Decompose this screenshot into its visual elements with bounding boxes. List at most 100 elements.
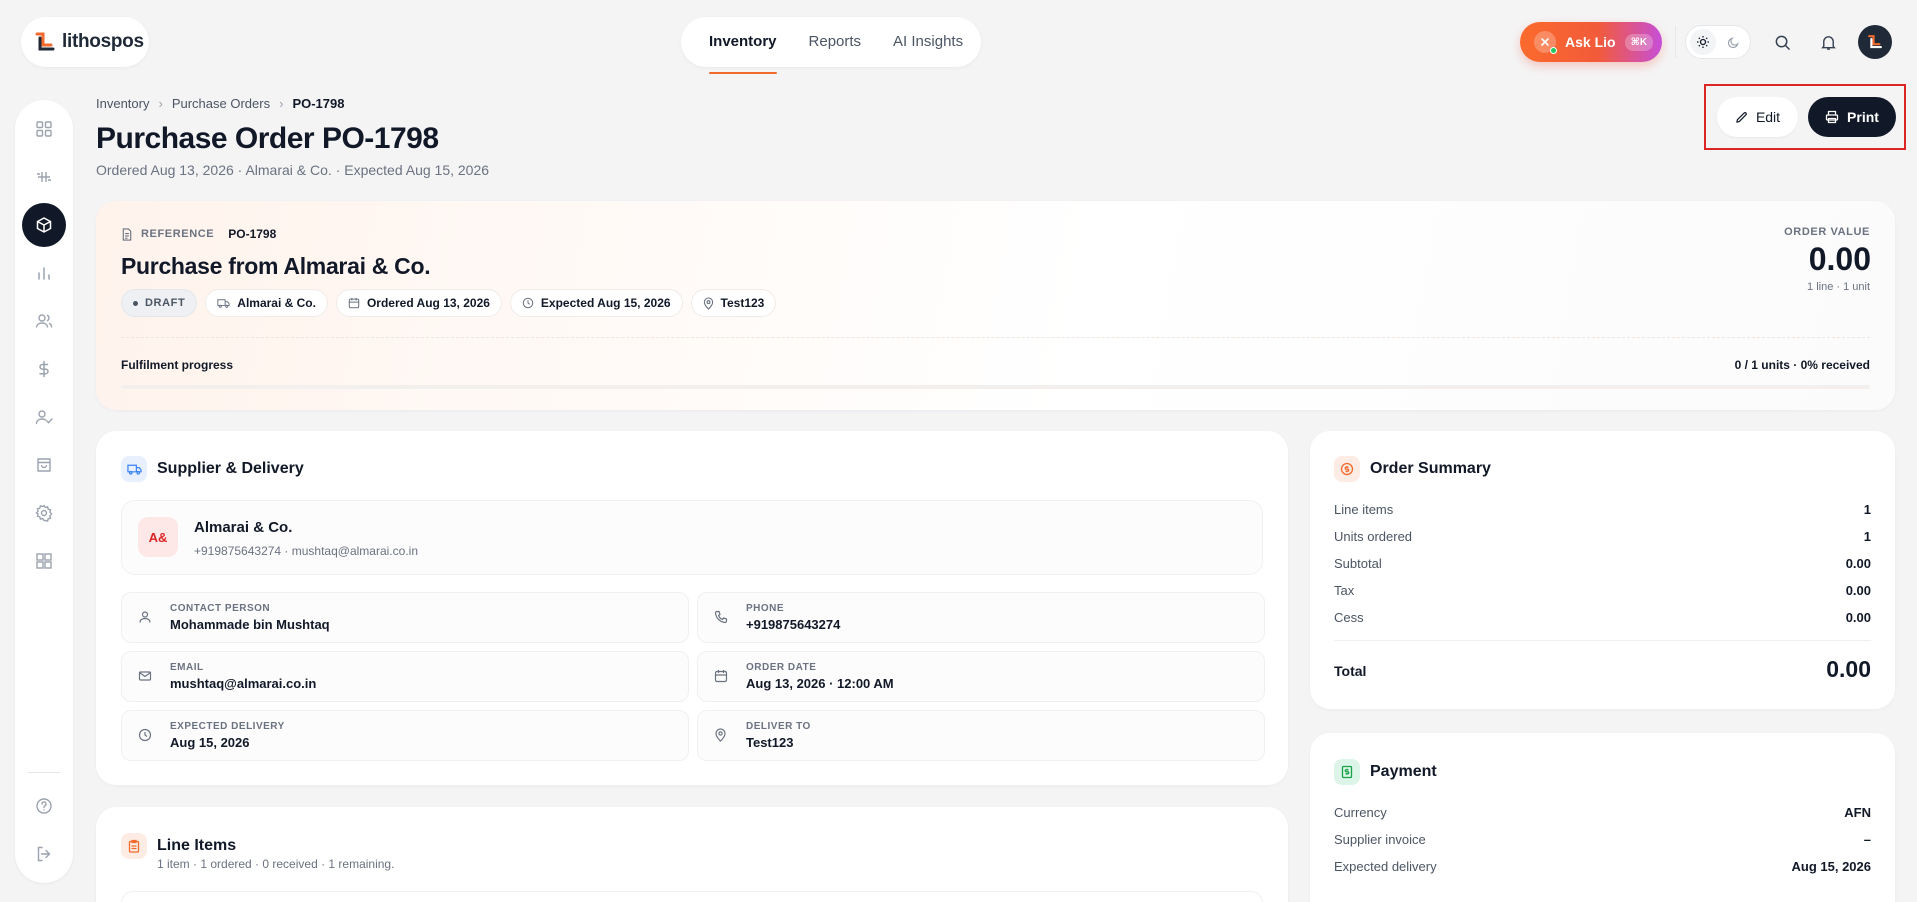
ask-lio-label: Ask Lio [1565,34,1616,50]
user-avatar[interactable] [1858,25,1892,59]
tab-ai-insights[interactable]: AI Insights [893,17,963,67]
summary-divider [1334,640,1871,641]
theme-toggle[interactable] [1685,25,1751,59]
help-circle-icon [36,798,52,814]
summary-row-label: Tax [1334,583,1355,598]
summary-row: Cess 0.00 [1334,610,1871,625]
summary-row: Tax 0.00 [1334,583,1871,598]
payment-row: Expected delivery Aug 15, 2026 [1334,859,1871,874]
mail-icon [138,671,152,681]
shopping-bag-icon [37,458,51,472]
supplier-avatar: A& [138,517,178,557]
notifications-button[interactable] [1810,24,1846,60]
sidebar [15,100,73,883]
chevron-right-icon: › [279,96,284,111]
supplier-card-title: Supplier & Delivery [157,460,304,477]
tab-inventory[interactable]: Inventory [709,17,777,74]
expected-delivery-label: EXPECTED DELIVERY [170,721,285,732]
sidebar-item-staff[interactable] [22,395,66,439]
sidebar-item-settings[interactable] [22,491,66,535]
line-items-card: Line Items 1 item · 1 ordered · 0 receiv… [96,807,1288,902]
print-label: Print [1847,109,1879,125]
breadcrumb-purchase-orders[interactable]: Purchase Orders [172,96,270,111]
fulfilment-progress-bar [121,385,1870,389]
summary-row-label: Units ordered [1334,529,1413,544]
order-summary-header: Order Summary [1334,456,1491,482]
main-nav: Inventory Reports AI Insights [681,17,981,74]
ordered-chip-label: Ordered Aug 13, 2026 [366,296,490,310]
pencil-icon [1736,111,1747,123]
user-logo-icon [1868,35,1882,49]
contact-person-value: Mohammade bin Mushtaq [170,617,330,632]
payment-row-value: Aug 15, 2026 [1791,859,1872,874]
breadcrumb-inventory[interactable]: Inventory [96,96,149,111]
sidebar-item-finance[interactable] [22,347,66,391]
sidebar-item-customers[interactable] [22,299,66,343]
order-summary-title: Order Summary [1370,460,1491,477]
breadcrumb: Inventory › Purchase Orders › PO-1798 [96,96,344,111]
dark-mode-icon[interactable] [1720,29,1746,55]
sidebar-item-reports[interactable] [22,251,66,295]
edit-button[interactable]: Edit [1717,97,1798,137]
online-indicator [1550,47,1557,54]
summary-row-value: 0.00 [1845,610,1871,625]
phone-field: PHONE +919875643274 [697,592,1265,643]
expected-delivery-field: EXPECTED DELIVERY Aug 15, 2026 [121,710,689,761]
clock-icon [138,728,152,742]
contact-person-label: CONTACT PERSON [170,603,271,614]
sidebar-item-help[interactable] [22,784,66,828]
email-field: EMAIL mushtaq@almarai.co.in [121,651,689,702]
ask-lio-button[interactable]: Ask Lio ⌘K [1520,22,1662,62]
reference-row: REFERENCE PO-1798 [121,227,276,241]
lithospos-logo-icon [35,32,55,51]
fulfilment-label: Fulfilment progress [121,358,234,372]
calendar-icon [348,297,360,309]
order-date-field: ORDER DATE Aug 13, 2026 · 12:00 AM [697,651,1265,702]
search-button[interactable] [1764,24,1800,60]
sidebar-item-inventory[interactable] [22,203,66,247]
breadcrumb-current: PO-1798 [292,96,345,111]
summary-row: Units ordered 1 [1334,529,1871,544]
chevron-right-icon: › [158,96,163,111]
order-value-sub: 1 line · 1 unit [1807,281,1870,293]
total-label: Total [1334,663,1367,679]
expected-chip-label: Expected Aug 15, 2026 [540,296,671,310]
sidebar-item-orders[interactable] [22,443,66,487]
app-logo[interactable]: lithospos [21,17,149,67]
supplier-delivery-card: Supplier & Delivery A& Almarai & Co. +91… [96,431,1288,785]
payment-card: Payment Currency AFN Supplier invoice – … [1310,733,1895,902]
tab-reports[interactable]: Reports [809,17,862,67]
location-chip: Test123 [690,289,777,317]
apps-grid-icon [36,553,52,569]
expected-chip: Expected Aug 15, 2026 [509,289,683,317]
line-items-table [121,891,1263,902]
payment-row-label: Currency [1334,805,1387,820]
deliver-to-value: Test123 [746,735,794,750]
sidebar-item-apps[interactable] [22,539,66,583]
sidebar-divider [28,772,60,773]
sidebar-item-pos[interactable] [22,155,66,199]
truck-icon [217,299,230,308]
light-mode-icon[interactable] [1690,29,1716,55]
payment-row-label: Expected delivery [1334,859,1437,874]
sidebar-item-logout[interactable] [22,832,66,876]
lio-assistant-icon [1534,31,1557,54]
printer-icon [1825,110,1839,124]
summary-row-label: Cess [1334,610,1364,625]
dollar-icon [39,360,49,378]
phone-icon [714,610,728,624]
reference-value: PO-1798 [228,227,277,241]
supplier-chip: Almarai & Co. [205,289,328,317]
sidebar-item-dashboard[interactable] [22,107,66,151]
purchase-title: Purchase from Almarai & Co. [121,253,431,279]
supplier-chip-label: Almarai & Co. [237,296,316,310]
user-check-icon [35,410,53,425]
order-summary-card: Order Summary Line items 1 Units ordered… [1310,431,1895,709]
email-value: mushtaq@almarai.co.in [170,676,317,691]
shortcut-badge: ⌘K [1624,33,1654,51]
pos-icon [37,172,51,182]
users-icon [35,314,53,328]
status-dot [133,300,138,306]
payment-row-value: – [1863,832,1871,847]
print-button[interactable]: Print [1808,97,1896,137]
